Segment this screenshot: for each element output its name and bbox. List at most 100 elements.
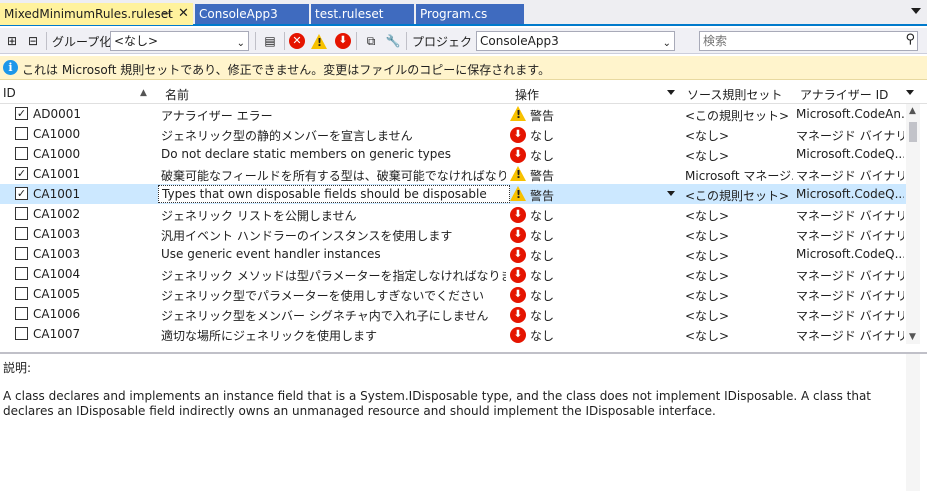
table-row[interactable]: CA1003 Use generic event handler instance… — [0, 244, 906, 264]
description-scrollbar[interactable] — [906, 354, 920, 491]
rule-name-cell: 適切な場所にジェネリックを使用します — [161, 329, 378, 343]
rule-enabled-checkbox[interactable]: ✓ — [15, 187, 28, 200]
rule-source-cell: <なし> — [685, 249, 730, 263]
rule-action-cell[interactable]: なし — [530, 307, 554, 324]
search-input[interactable] — [700, 32, 890, 50]
table-row[interactable]: CA1004 ジェネリック メソッドは型パラメーターを指定しなければなりません ⬇ な… — [0, 264, 906, 284]
action-filter-icon[interactable] — [667, 90, 675, 95]
rule-enabled-checkbox[interactable]: ✓ — [15, 167, 28, 180]
rule-action-cell[interactable]: なし — [530, 287, 554, 304]
none-icon: ⬇ — [335, 33, 351, 49]
rule-action-cell[interactable]: 警告 — [530, 107, 554, 124]
table-row[interactable]: ✓ CA1001 破棄可能なフィールドを所有する型は、破棄可能でなければなりません 警… — [0, 164, 906, 184]
rule-action-cell[interactable]: なし — [530, 247, 554, 264]
properties-icon[interactable]: ▤ — [261, 32, 279, 50]
table-row[interactable]: CA1000 ジェネリック型の静的メンバーを宣言しません ⬇ なし <なし> マネージド … — [0, 124, 906, 144]
ruleset-toolbar: ⊞ ⊟ グループ化: <なし> ⌄ ▤ ✕ ⬇ ⧉ 🔧 プロジェクト: Cons… — [0, 28, 927, 54]
table-row[interactable]: ✓ CA1001 Types that own disposable fields … — [0, 184, 906, 204]
none-icon: ⬇ — [510, 247, 526, 263]
rule-name-cell: 汎用イベント ハンドラーのインスタンスを使用します — [161, 229, 453, 243]
rule-analyzer-cell: マネージド バイナリ... — [796, 269, 904, 283]
column-header-id[interactable]: ID — [3, 86, 16, 100]
rule-analyzer-cell: Microsoft.CodeAn... — [796, 107, 904, 121]
rule-enabled-checkbox[interactable] — [15, 307, 28, 320]
rule-action-cell[interactable]: 警告 — [530, 187, 554, 204]
column-header-name[interactable]: 名前 — [165, 86, 189, 103]
expand-all-icon[interactable]: ⊞ — [3, 32, 21, 50]
rule-enabled-checkbox[interactable] — [15, 127, 28, 140]
chevron-down-icon: ⌄ — [662, 38, 671, 49]
rule-source-cell: <なし> — [685, 269, 730, 283]
rule-id-cell: CA1005 — [33, 287, 81, 301]
action-dropdown-icon[interactable] — [667, 191, 675, 196]
rule-name-cell: Do not declare static members on generic… — [161, 147, 452, 161]
grid-header: ID ▲ 名前 操作 ソース規則セット アナライザー ID — [0, 82, 927, 104]
wrench-icon[interactable]: 🔧 — [384, 32, 402, 50]
rule-action-cell[interactable]: なし — [530, 207, 554, 224]
tab-consoleapp3[interactable]: ConsoleApp3 — [195, 4, 309, 24]
rule-id-cell: CA1001 — [33, 167, 81, 181]
tab-mixed-minimum-rules[interactable]: MixedMinimumRules.ruleset ⊣ ✕ — [0, 3, 193, 25]
copy-icon[interactable]: ⧉ — [362, 32, 380, 50]
show-disabled-button[interactable]: ⬇ — [334, 32, 352, 50]
description-pane: 説明: A class declares and implements an i… — [0, 352, 927, 491]
table-row[interactable]: CA1007 適切な場所にジェネリックを使用します ⬇ なし <なし> マネージド バイナ… — [0, 324, 906, 344]
scroll-up-icon[interactable]: ▲ — [909, 106, 916, 116]
table-row[interactable]: CA1002 ジェネリック リストを公開しません ⬇ なし <なし> マネージド バイナリ… — [0, 204, 906, 224]
tab-overflow-dropdown-icon[interactable] — [911, 8, 921, 14]
grid-vertical-scrollbar[interactable]: ▲ ▼ — [906, 104, 920, 344]
column-header-action[interactable]: 操作 — [515, 86, 539, 103]
rule-enabled-checkbox[interactable] — [15, 227, 28, 240]
project-combo[interactable]: ConsoleApp3 ⌄ — [476, 31, 675, 51]
rule-action-cell[interactable]: なし — [530, 327, 554, 344]
scroll-down-icon[interactable]: ▼ — [909, 332, 916, 342]
tab-test-ruleset[interactable]: test.ruleset — [311, 4, 414, 24]
rule-action-cell[interactable]: なし — [530, 147, 554, 164]
tab-program-cs[interactable]: Program.cs — [416, 4, 524, 24]
rule-name-cell: ジェネリック型でパラメーターを使用しすぎないでください — [161, 289, 485, 303]
none-icon: ⬇ — [510, 227, 526, 243]
table-row[interactable]: CA1005 ジェネリック型でパラメーターを使用しすぎないでください ⬇ なし <なし>… — [0, 284, 906, 304]
table-row[interactable]: CA1000 Do not declare static members on g… — [0, 144, 906, 164]
rule-source-cell: <なし> — [685, 229, 730, 243]
rule-action-cell[interactable]: 警告 — [530, 167, 554, 184]
group-by-combo[interactable]: <なし> ⌄ — [110, 31, 249, 51]
rule-enabled-checkbox[interactable] — [15, 247, 28, 260]
toolbar-separator — [356, 32, 357, 50]
scroll-thumb[interactable] — [909, 122, 917, 142]
rule-action-cell[interactable]: なし — [530, 227, 554, 244]
search-icon[interactable]: ⚲ — [905, 32, 915, 47]
rule-source-cell: <この規則セット> — [685, 189, 790, 203]
search-box[interactable]: ⚲ — [699, 31, 918, 51]
rule-source-cell: <この規則セット> — [685, 109, 790, 123]
rule-enabled-checkbox[interactable] — [15, 327, 28, 340]
close-icon[interactable]: ✕ — [178, 3, 189, 23]
warning-icon — [510, 166, 526, 181]
table-row[interactable]: CA1003 汎用イベント ハンドラーのインスタンスを使用します ⬇ なし <なし> マネ… — [0, 224, 906, 244]
rule-id-cell: CA1004 — [33, 267, 81, 281]
table-row[interactable]: ✓ AD0001 アナライザー エラー 警告 <この規則セット> Microsoft.Co… — [0, 104, 906, 124]
action-icon — [510, 166, 526, 184]
rule-enabled-checkbox[interactable] — [15, 147, 28, 160]
rule-name-cell[interactable]: Types that own disposable fields should … — [158, 185, 510, 203]
show-errors-button[interactable]: ✕ — [288, 32, 306, 50]
analyzer-filter-icon[interactable] — [906, 90, 914, 95]
column-header-analyzer[interactable]: アナライザー ID — [800, 86, 888, 103]
rule-enabled-checkbox[interactable] — [15, 207, 28, 220]
rule-analyzer-cell: マネージド バイナリ... — [796, 209, 904, 223]
rule-analyzer-cell: マネージド バイナリ... — [796, 129, 904, 143]
table-row[interactable]: CA1006 ジェネリック型をメンバー シグネチャ内で入れ子にしません ⬇ なし <なし… — [0, 304, 906, 324]
rule-action-cell[interactable]: なし — [530, 127, 554, 144]
tab-label: ConsoleApp3 — [199, 7, 278, 21]
rule-source-cell: <なし> — [685, 149, 730, 163]
rule-enabled-checkbox[interactable] — [15, 267, 28, 280]
rule-enabled-checkbox[interactable] — [15, 287, 28, 300]
info-bar-text: これは Microsoft 規則セットであり、修正できません。変更はファイルのコ… — [22, 63, 551, 77]
pin-icon[interactable]: ⊣ — [161, 3, 171, 23]
show-warnings-button[interactable] — [310, 32, 328, 50]
rule-action-cell[interactable]: なし — [530, 267, 554, 284]
collapse-all-icon[interactable]: ⊟ — [24, 32, 42, 50]
column-header-source[interactable]: ソース規則セット — [687, 86, 782, 103]
info-icon: i — [3, 60, 18, 75]
rule-enabled-checkbox[interactable]: ✓ — [15, 107, 28, 120]
